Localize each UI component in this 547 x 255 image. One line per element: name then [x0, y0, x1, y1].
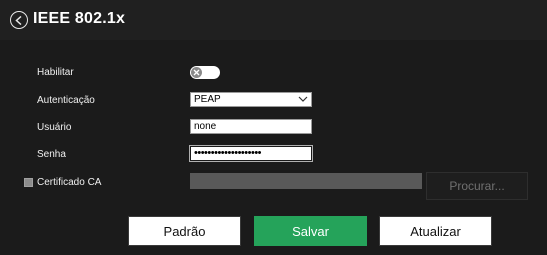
browse-button[interactable]: Procurar...: [426, 172, 528, 200]
page-title: IEEE 802.1x: [33, 10, 126, 27]
ca-certificate-file-field: [190, 173, 422, 189]
user-label: Usuário: [37, 122, 72, 133]
chevron-left-icon: [15, 15, 22, 25]
enable-toggle[interactable]: [190, 66, 220, 79]
user-input[interactable]: none: [190, 119, 312, 134]
authentication-label: Autenticação: [37, 95, 95, 106]
enable-label: Habilitar: [37, 67, 74, 78]
refresh-button[interactable]: Atualizar: [379, 216, 492, 246]
save-button[interactable]: Salvar: [254, 216, 367, 246]
close-icon: [193, 69, 200, 76]
chevron-down-icon: [298, 96, 308, 102]
authentication-value: PEAP: [194, 94, 221, 105]
default-button[interactable]: Padrão: [128, 216, 241, 246]
ca-certificate-label: Certificado CA: [37, 177, 102, 188]
password-label: Senha: [37, 149, 66, 160]
ca-certificate-checkbox[interactable]: [24, 178, 33, 187]
authentication-select[interactable]: PEAP: [190, 92, 312, 107]
toggle-knob: [191, 67, 202, 78]
password-input[interactable]: ••••••••••••••••••••: [189, 145, 313, 162]
header-bar: IEEE 802.1x: [0, 0, 547, 40]
back-button[interactable]: [10, 11, 28, 29]
